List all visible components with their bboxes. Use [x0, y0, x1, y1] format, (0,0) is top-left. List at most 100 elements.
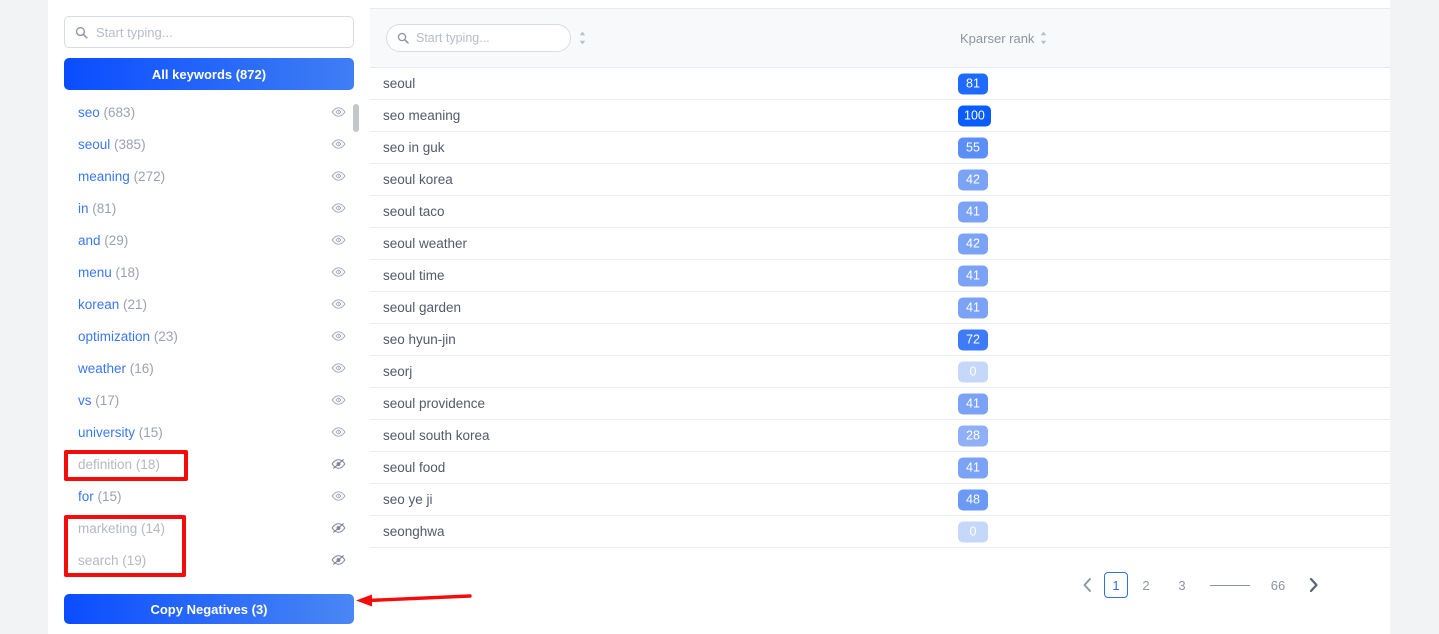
- row-rank-badge: 0: [958, 521, 988, 542]
- table-row[interactable]: seo hyun-jin 72: [370, 324, 1390, 356]
- sidebar-search-box[interactable]: [64, 16, 354, 48]
- table-row[interactable]: seoul taco 41: [370, 196, 1390, 228]
- keyword-filter-row[interactable]: definition (18): [64, 448, 354, 480]
- keyword-filter-row[interactable]: korean (21): [64, 288, 354, 320]
- eye-icon[interactable]: [331, 201, 346, 216]
- eye-icon[interactable]: [331, 105, 346, 120]
- eye-off-icon[interactable]: [331, 457, 346, 472]
- row-keyword: seoul: [383, 76, 416, 91]
- copy-negatives-button[interactable]: Copy Negatives (3): [64, 594, 354, 624]
- eye-icon[interactable]: [331, 425, 346, 440]
- table-row[interactable]: seoul 81: [370, 68, 1390, 100]
- table-row[interactable]: seonghwa 0: [370, 516, 1390, 548]
- eye-icon[interactable]: [331, 297, 346, 312]
- keyword-filter-count: (21): [123, 296, 148, 312]
- keyword-filter-term: seo: [78, 104, 100, 120]
- keyword-filter-row[interactable]: for (15): [64, 480, 354, 512]
- keyword-filter-row[interactable]: optimization (23): [64, 320, 354, 352]
- keyword-filter-label: seoul (385): [78, 137, 146, 152]
- pagination-page-1[interactable]: 1: [1104, 572, 1128, 598]
- keyword-filter-label: meaning (272): [78, 169, 165, 184]
- keyword-filter-row[interactable]: and (29): [64, 224, 354, 256]
- table-row[interactable]: seorj 0: [370, 356, 1390, 388]
- table-search-group: [386, 24, 587, 52]
- row-rank-badge: 42: [958, 169, 988, 190]
- table-row[interactable]: seoul korea 42: [370, 164, 1390, 196]
- keyword-filter-row[interactable]: weather (16): [64, 352, 354, 384]
- row-keyword: seo in guk: [383, 140, 445, 155]
- eye-icon[interactable]: [331, 137, 346, 152]
- main-card: All keywords (872) seo (683) seoul (385) m…: [48, 0, 1390, 634]
- table-row[interactable]: seo in guk 55: [370, 132, 1390, 164]
- table-row[interactable]: seoul food 41: [370, 452, 1390, 484]
- table-row[interactable]: seoul garden 41: [370, 292, 1390, 324]
- eye-icon[interactable]: [331, 265, 346, 280]
- eye-icon[interactable]: [331, 233, 346, 248]
- eye-off-icon[interactable]: [331, 553, 346, 568]
- keyword-filter-count: (16): [129, 360, 154, 376]
- keyword-filter-term: korean: [78, 296, 120, 312]
- row-keyword: seoul providence: [383, 396, 486, 411]
- all-keywords-button[interactable]: All keywords (872): [64, 58, 354, 90]
- row-rank-badge: 81: [958, 73, 988, 94]
- eye-icon[interactable]: [331, 169, 346, 184]
- keyword-filter-count: (19): [122, 552, 147, 568]
- table-search-input[interactable]: [416, 31, 546, 45]
- sort-updown-icon[interactable]: [1039, 30, 1048, 46]
- row-rank-badge: 55: [958, 137, 988, 158]
- table-row[interactable]: seo ye ji 48: [370, 484, 1390, 516]
- pagination-page-2[interactable]: 2: [1128, 571, 1164, 599]
- keyword-filter-count: (23): [153, 328, 178, 344]
- sidebar-search-input[interactable]: [96, 24, 326, 40]
- chevron-right-icon[interactable]: [1296, 570, 1330, 600]
- row-rank-badge: 42: [958, 233, 988, 254]
- row-keyword: seorj: [383, 364, 413, 379]
- keyword-filter-term: menu: [78, 264, 112, 280]
- keyword-filter-row[interactable]: seo (683): [64, 96, 354, 128]
- keyword-filter-count: (29): [104, 232, 129, 248]
- keyword-filter-row[interactable]: marketing (14): [64, 512, 354, 544]
- search-icon: [397, 32, 409, 44]
- keyword-filter-row[interactable]: menu (18): [64, 256, 354, 288]
- chevron-left-icon[interactable]: [1070, 570, 1104, 600]
- keyword-filter-count: (683): [103, 104, 136, 120]
- row-keyword: seoul weather: [383, 236, 468, 251]
- table-row[interactable]: seoul south korea 28: [370, 420, 1390, 452]
- row-rank-badge: 0: [958, 361, 988, 382]
- eye-icon[interactable]: [331, 393, 346, 408]
- eye-icon[interactable]: [331, 361, 346, 376]
- eye-icon[interactable]: [331, 489, 346, 504]
- table-row[interactable]: seoul time 41: [370, 260, 1390, 292]
- pagination-page-3[interactable]: 3: [1164, 571, 1200, 599]
- kparser-rank-label: Kparser rank: [960, 30, 1035, 46]
- keyword-sidebar: All keywords (872) seo (683) seoul (385) m…: [48, 0, 370, 634]
- eye-icon[interactable]: [331, 329, 346, 344]
- row-rank-badge: 41: [958, 297, 988, 318]
- keyword-filter-row[interactable]: search (19): [64, 544, 354, 576]
- keyword-filter-term: weather: [78, 360, 127, 376]
- kparser-rank-column-header[interactable]: Kparser rank: [960, 30, 1048, 46]
- row-rank-badge: 28: [958, 425, 988, 446]
- table-search-box[interactable]: [386, 24, 571, 52]
- row-keyword: seoul garden: [383, 300, 462, 315]
- row-keyword: seoul food: [383, 460, 446, 475]
- keyword-filter-row[interactable]: university (15): [64, 416, 354, 448]
- row-rank-badge: 72: [958, 329, 988, 350]
- sort-updown-icon[interactable]: [578, 30, 587, 46]
- keyword-filter-label: weather (16): [78, 361, 154, 376]
- keyword-filter-row[interactable]: seoul (385): [64, 128, 354, 160]
- row-keyword: seoul korea: [383, 172, 453, 187]
- eye-off-icon[interactable]: [331, 521, 346, 536]
- pagination-last-page[interactable]: 66: [1260, 571, 1296, 599]
- keyword-filter-row[interactable]: in (81): [64, 192, 354, 224]
- table-row[interactable]: seoul weather 42: [370, 228, 1390, 260]
- table-row[interactable]: seo meaning 100: [370, 100, 1390, 132]
- row-rank-badge: 48: [958, 489, 988, 510]
- table-row[interactable]: [370, 548, 1390, 551]
- keyword-filter-row[interactable]: meaning (272): [64, 160, 354, 192]
- keyword-filter-term: for: [78, 488, 94, 504]
- table-rows: seoul 81 seo meaning 100 seo in guk 55 seoul k…: [370, 68, 1390, 551]
- keyword-filter-count: (272): [133, 168, 166, 184]
- table-row[interactable]: seoul providence 41: [370, 388, 1390, 420]
- keyword-filter-row[interactable]: vs (17): [64, 384, 354, 416]
